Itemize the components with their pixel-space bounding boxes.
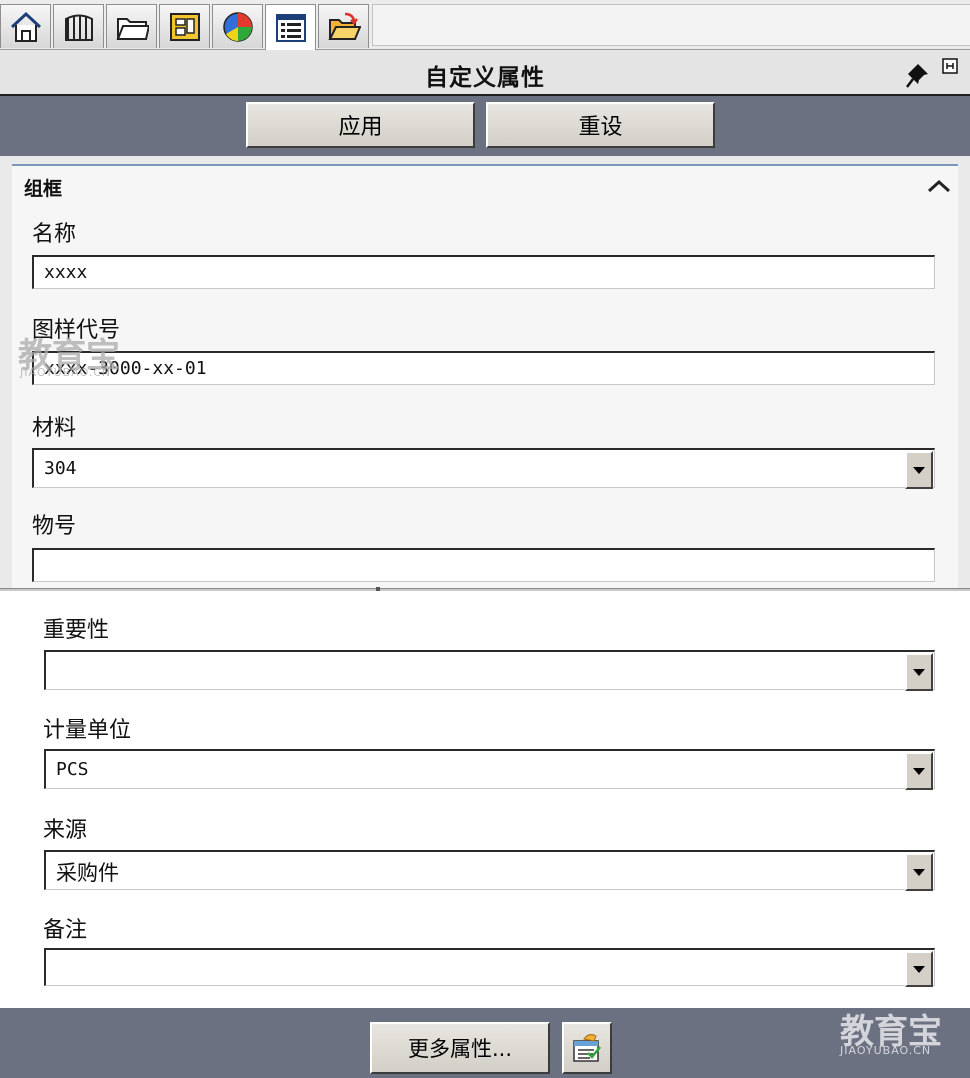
remark-select[interactable]: [44, 948, 935, 987]
importance-dropdown-button[interactable]: [905, 653, 933, 691]
tab-tree[interactable]: [53, 4, 104, 48]
chevron-down-icon: [913, 965, 925, 973]
chevron-up-icon[interactable]: [926, 176, 952, 196]
material-dropdown-button[interactable]: [905, 451, 933, 489]
color-wheel-icon: [222, 11, 253, 42]
unit-dropdown-button[interactable]: [905, 752, 933, 790]
property-sheet-icon: [573, 1034, 601, 1062]
folder-icon: [116, 17, 149, 40]
chevron-down-icon: [913, 767, 925, 775]
panel-title: 自定义属性: [425, 65, 545, 91]
tab-properties[interactable]: [265, 4, 316, 50]
material-value: 304: [44, 458, 77, 479]
property-sheet-button[interactable]: [562, 1022, 612, 1074]
source-select[interactable]: 采购件: [44, 850, 935, 891]
properties-list-icon: [275, 13, 306, 42]
tab-appearance[interactable]: [212, 4, 263, 48]
tab-bar: [0, 0, 970, 50]
importance-label: 重要性: [43, 618, 110, 643]
name-input[interactable]: [32, 255, 935, 289]
item-number-input[interactable]: [32, 548, 935, 582]
source-dropdown-button[interactable]: [905, 853, 933, 891]
home-icon: [10, 11, 41, 42]
action-toolbar: 应用 重设: [0, 96, 970, 156]
layout-icon: [169, 12, 200, 41]
unit-value: PCS: [56, 759, 89, 780]
auto-hide-icon[interactable]: [942, 58, 958, 74]
material-label: 材料: [32, 416, 77, 441]
source-label: 来源: [43, 818, 88, 843]
tree-icon: [64, 14, 93, 41]
tab-home[interactable]: [0, 4, 51, 48]
panel-divider: [0, 588, 970, 591]
drawing-number-label: 图样代号: [32, 318, 121, 343]
remark-label: 备注: [43, 918, 88, 943]
tab-folder[interactable]: [106, 4, 157, 48]
tab-layout[interactable]: [159, 4, 210, 48]
tab-open-folder[interactable]: [318, 4, 369, 48]
remark-dropdown-button[interactable]: [905, 951, 933, 987]
open-folder-icon: [327, 12, 361, 40]
panel-title-bar: 自定义属性: [0, 50, 970, 96]
splitter-grip[interactable]: [376, 587, 380, 591]
apply-button[interactable]: 应用: [246, 102, 475, 148]
drawing-number-input[interactable]: [32, 351, 935, 385]
material-select[interactable]: 304: [32, 448, 935, 489]
name-label: 名称: [32, 222, 77, 247]
pin-icon[interactable]: [904, 60, 934, 90]
chevron-down-icon: [913, 668, 925, 676]
group-title: 组框: [24, 178, 63, 200]
unit-label: 计量单位: [43, 718, 132, 743]
item-number-label: 物号: [32, 514, 77, 539]
chevron-down-icon: [913, 868, 925, 876]
unit-select[interactable]: PCS: [44, 749, 935, 790]
source-value: 采购件: [56, 861, 119, 885]
reset-button[interactable]: 重设: [486, 102, 715, 148]
chevron-down-icon: [913, 466, 925, 474]
tab-bar-empty-area: [372, 4, 970, 46]
tab-strip: [0, 4, 371, 50]
importance-select[interactable]: [44, 650, 935, 691]
more-properties-button[interactable]: 更多属性...: [370, 1022, 550, 1074]
